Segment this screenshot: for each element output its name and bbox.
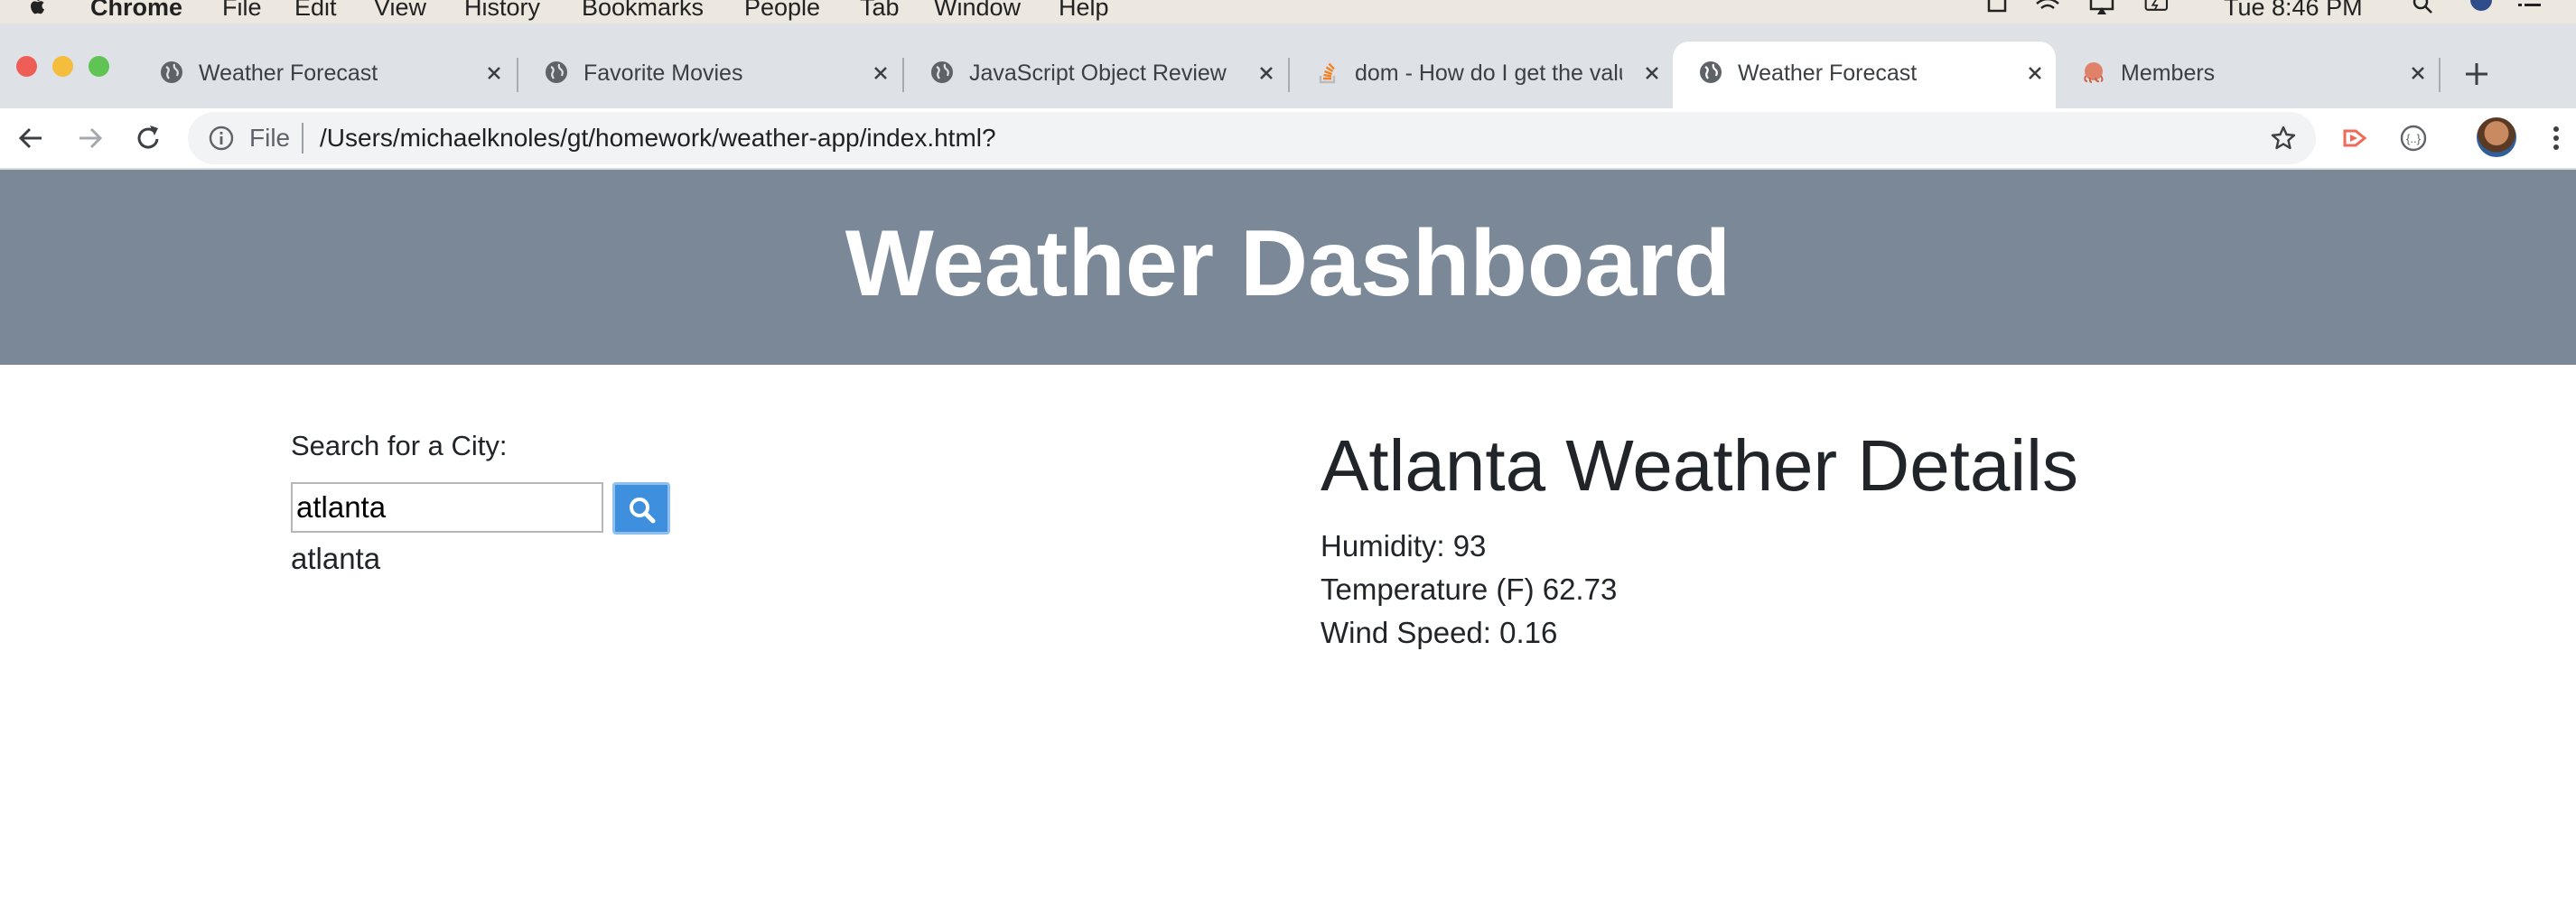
menu-bookmarks[interactable]: Bookmarks: [582, 0, 704, 20]
tab-title: Favorite Movies: [583, 60, 743, 86]
menubar-clock[interactable]: Tue 8:46 PM: [2224, 0, 2363, 20]
reload-icon[interactable]: [130, 120, 166, 156]
new-tab-plus-icon[interactable]: [2460, 58, 2493, 90]
tab-title: Members: [2121, 60, 2216, 86]
menu-file[interactable]: File: [222, 0, 262, 20]
menu-tab[interactable]: Tab: [860, 0, 900, 20]
app-menu-chrome[interactable]: Chrome: [90, 0, 182, 20]
spotlight-search-icon[interactable]: [2410, 0, 2437, 14]
city-weather-heading: Atlanta Weather Details: [1321, 425, 2078, 506]
globe-icon: [1700, 61, 1722, 83]
back-arrow-icon[interactable]: [13, 120, 49, 156]
svg-text:{..}: {..}: [2406, 132, 2422, 145]
site-info-icon[interactable]: [208, 125, 235, 152]
window-close-button[interactable]: [16, 56, 37, 77]
kebab-menu-icon[interactable]: [2538, 120, 2574, 156]
temperature-value: Temperature (F) 62.73: [1321, 572, 1618, 606]
tab-title: Weather Forecast: [199, 60, 378, 86]
tab-close-icon[interactable]: [2406, 61, 2430, 85]
screen-share-icon[interactable]: [1983, 0, 2011, 14]
url-text[interactable]: /Users/michaelknoles/gt/homework/weather…: [320, 125, 996, 152]
globe-icon: [546, 61, 567, 83]
tab-close-icon[interactable]: [1640, 61, 1664, 85]
bookmark-star-icon[interactable]: [2269, 124, 2298, 153]
menu-history[interactable]: History: [464, 0, 540, 20]
macos-menu-bar: Chrome File Edit View History Bookmarks …: [0, 0, 2576, 23]
battery-icon[interactable]: [2144, 0, 2171, 14]
profile-avatar[interactable]: [2477, 117, 2516, 157]
tab-close-icon[interactable]: [2023, 61, 2047, 85]
airplay-icon[interactable]: [2088, 0, 2115, 14]
search-history-item[interactable]: atlanta: [291, 540, 380, 578]
browser-tab-strip: Weather Forecast Favorite Movies JavaScr…: [0, 23, 2576, 108]
octocat-icon: [2084, 62, 2104, 83]
address-bar[interactable]: File /Users/michaelknoles/gt/homework/we…: [188, 112, 2316, 164]
url-scheme-label: File: [249, 124, 291, 152]
menu-people[interactable]: People: [744, 0, 820, 20]
user-account-icon[interactable]: [2468, 0, 2495, 14]
page-header-jumbotron: Weather Dashboard: [0, 170, 2576, 365]
window-minimize-button[interactable]: [52, 56, 73, 77]
tab-title: Weather Forecast: [1738, 60, 1918, 86]
menu-help[interactable]: Help: [1059, 0, 1109, 20]
page-title: Weather Dashboard: [845, 211, 1731, 316]
apple-logo-icon[interactable]: [27, 0, 49, 16]
globe-icon: [931, 61, 953, 83]
menu-window[interactable]: Window: [934, 0, 1021, 20]
extension-json-viewer-icon[interactable]: {..}: [2395, 120, 2431, 156]
window-zoom-button[interactable]: [89, 56, 109, 77]
city-search-input[interactable]: [291, 482, 603, 533]
search-icon: [630, 498, 656, 524]
tab-favorite-movies[interactable]: Favorite Movies: [518, 42, 901, 108]
tab-separator: [2439, 58, 2441, 92]
tab-close-icon[interactable]: [1255, 61, 1278, 85]
tab-title: JavaScript Object Review: [969, 60, 1227, 86]
search-button[interactable]: [612, 482, 670, 535]
stackoverflow-icon: [1319, 62, 1336, 84]
extension-cast-icon[interactable]: [2338, 120, 2374, 156]
browser-toolbar: File /Users/michaelknoles/gt/homework/we…: [0, 108, 2576, 170]
notification-center-icon[interactable]: [2516, 0, 2543, 14]
forward-arrow-icon[interactable]: [72, 120, 108, 156]
globe-icon: [161, 61, 182, 83]
wind-speed-value: Wind Speed: 0.16: [1321, 616, 1558, 649]
wifi-icon[interactable]: [2034, 0, 2061, 14]
tab-stackoverflow-dom[interactable]: dom - How do I get the valu: [1290, 42, 1673, 108]
omnibox-divider: [302, 123, 303, 154]
menu-view[interactable]: View: [374, 0, 426, 20]
menu-edit[interactable]: Edit: [294, 0, 337, 20]
tab-title: dom - How do I get the valu: [1355, 60, 1622, 86]
search-label: Search for a City:: [291, 430, 508, 461]
tab-members[interactable]: Members: [2056, 42, 2439, 108]
tab-close-icon[interactable]: [869, 61, 892, 85]
tab-weather-forecast[interactable]: Weather Forecast: [134, 42, 515, 108]
tab-weather-forecast-active[interactable]: Weather Forecast: [1673, 42, 2056, 108]
tab-close-icon[interactable]: [482, 61, 506, 85]
humidity-value: Humidity: 93: [1321, 529, 1487, 563]
tab-javascript-object-review[interactable]: JavaScript Object Review: [904, 42, 1287, 108]
